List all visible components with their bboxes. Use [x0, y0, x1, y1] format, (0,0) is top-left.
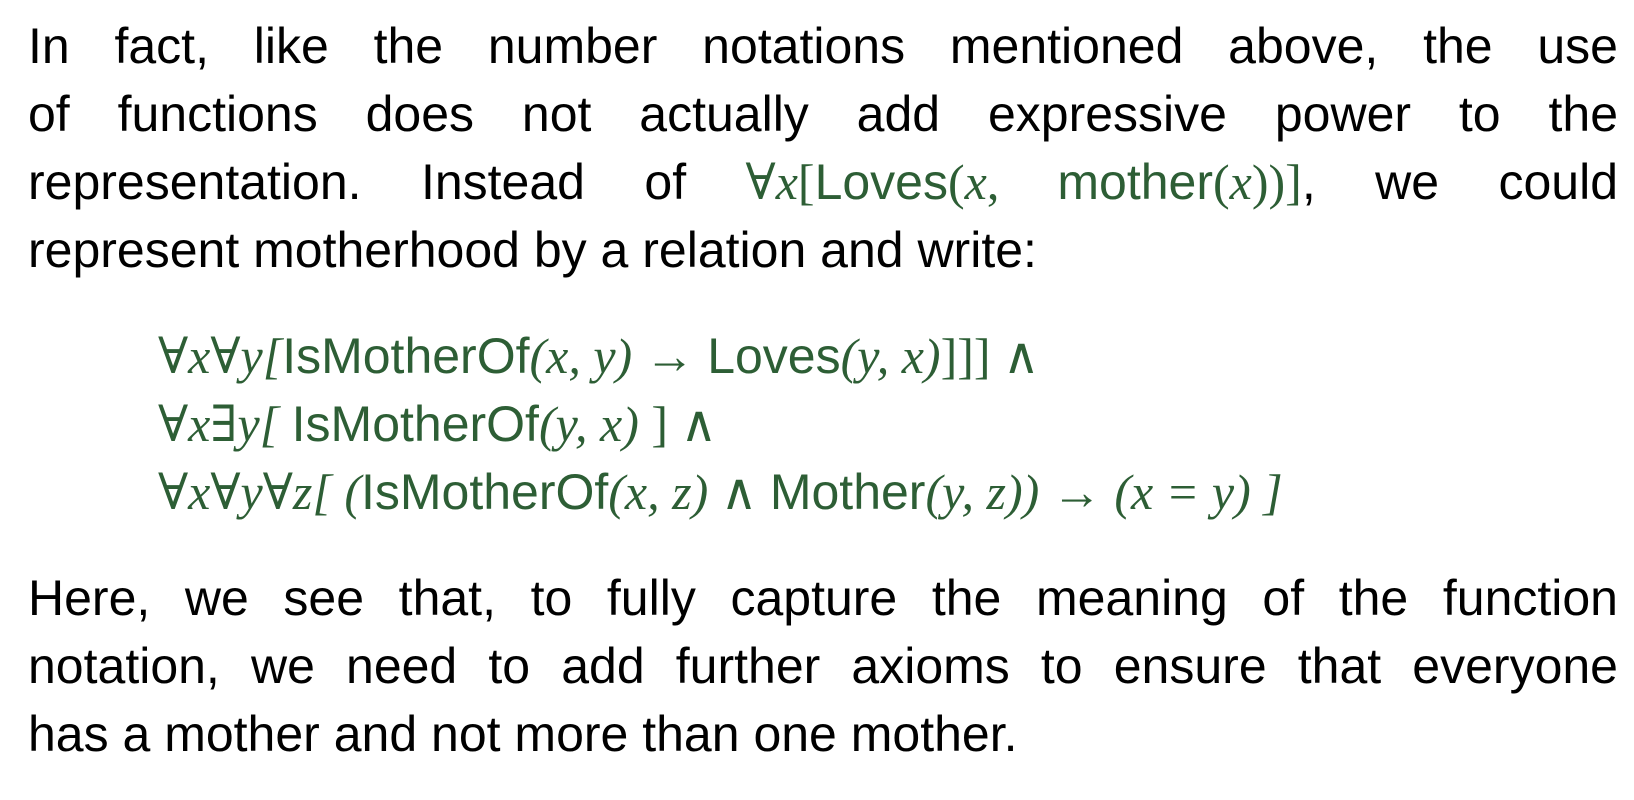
paragraph-line-with-formula: representation. Instead of ∀x[Loves(x, m…	[28, 148, 1618, 216]
paragraph-line: In fact, like the number notations menti…	[28, 18, 1618, 74]
quantifiers: ∀x∀y∀z[ (	[158, 464, 361, 520]
formula-line-3: ∀x∀y∀z[ (IsMotherOf(x, z) ∧ Mother(y, z)…	[158, 458, 1283, 526]
closing-and: ]]] ∧	[940, 328, 1040, 384]
function-mother: mother	[1057, 154, 1214, 210]
forall-symbol: ∀	[745, 154, 776, 210]
closing-brackets: ))]	[1251, 154, 1302, 210]
paragraph-line: notation, we need to add further axioms …	[28, 638, 1618, 694]
predicate-ismotherof: IsMotherOf	[282, 328, 530, 384]
display-formula-block: ∀x∀y[IsMotherOf(x, y) → Loves(y, x)]]] ∧…	[158, 322, 1283, 526]
closing-and: ] ∧	[638, 396, 718, 452]
quantifiers: ∀x∃y[	[158, 396, 292, 452]
inline-formula: ∀x[Loves(x, mother(x))]	[746, 154, 1302, 210]
variable-x: x	[964, 154, 987, 210]
implies-symbol: →	[1039, 464, 1115, 520]
arguments: (x, z)	[608, 464, 709, 520]
paragraph-conclusion: Here, we see that, to fully capture the …	[28, 564, 1618, 768]
formula-line-2: ∀x∃y[ IsMotherOf(y, x) ] ∧	[158, 390, 1283, 458]
paragraph-line: Here, we see that, to fully capture the …	[28, 570, 1618, 626]
bracket: [	[797, 154, 815, 210]
text-segment: , we could	[1301, 154, 1619, 210]
paragraph-intro: In fact, like the number notations menti…	[28, 12, 1618, 284]
arguments: (y, z))	[925, 464, 1040, 520]
paren: (	[1213, 154, 1230, 210]
quantifiers: ∀x∀y[	[158, 328, 283, 384]
function-loves: Loves	[814, 154, 948, 210]
paragraph-line: of functions does not actually add expre…	[28, 86, 1618, 142]
implies-symbol: →	[632, 328, 708, 384]
arguments: (y, x)	[840, 328, 941, 384]
paren: (	[948, 154, 965, 210]
variable-x: x	[1229, 154, 1252, 210]
arguments: (y, x)	[538, 396, 639, 452]
paragraph-line: represent motherhood by a relation and w…	[28, 222, 1037, 278]
predicate-loves: Loves	[707, 328, 841, 384]
arguments: (x, y)	[529, 328, 633, 384]
and-symbol: ∧	[708, 464, 770, 520]
predicate-mother: Mother	[769, 464, 926, 520]
comma: ,	[986, 154, 1058, 210]
variable-x: x	[775, 154, 798, 210]
equality: (x = y) ]	[1114, 464, 1283, 520]
paragraph-line: has a mother and not more than one mothe…	[28, 706, 1018, 762]
text-segment: representation. Instead of	[28, 154, 746, 210]
predicate-ismotherof: IsMotherOf	[360, 464, 609, 520]
slide: In fact, like the number notations menti…	[0, 0, 1634, 800]
formula-line-1: ∀x∀y[IsMotherOf(x, y) → Loves(y, x)]]] ∧	[158, 322, 1283, 390]
predicate-ismotherof: IsMotherOf	[291, 396, 539, 452]
